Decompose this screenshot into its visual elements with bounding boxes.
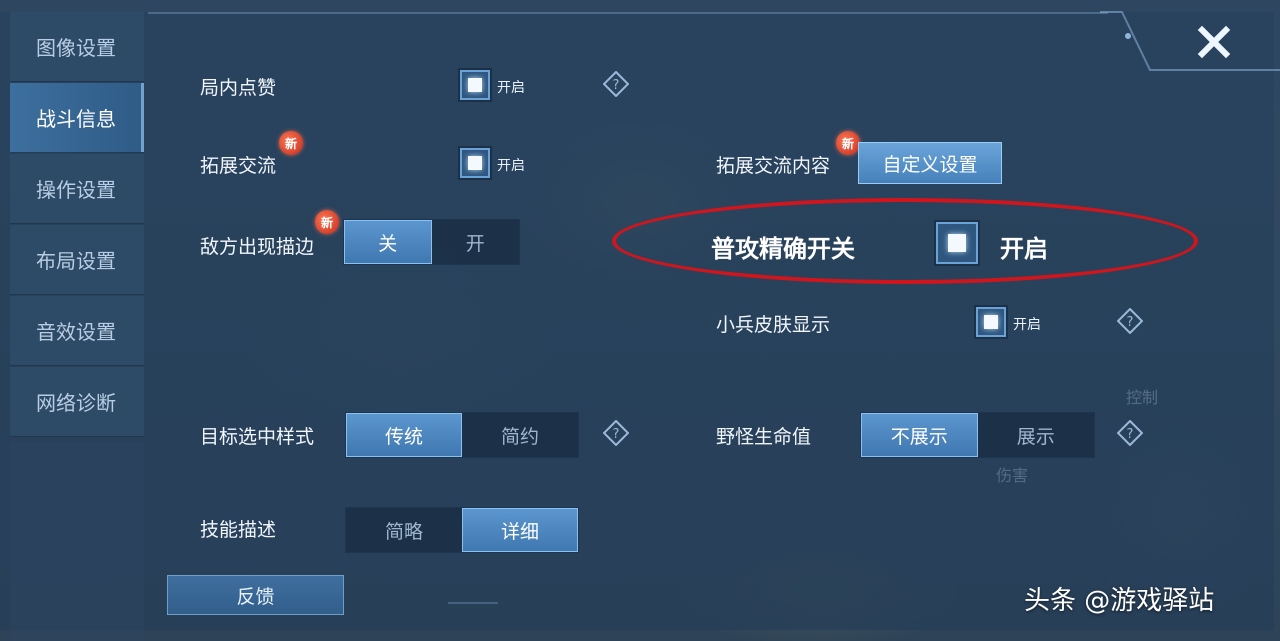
help-button-minion-skin[interactable]: ? <box>1117 308 1143 334</box>
sidebar-item-label: 网络诊断 <box>36 391 116 415</box>
sidebar-empty-area <box>10 442 144 641</box>
monster-hp-toggle: 不展示 展示 <box>860 412 1095 458</box>
skill-desc-option-brief[interactable]: 简略 <box>346 508 462 552</box>
sidebar-item-network[interactable]: 网络诊断 <box>10 367 144 437</box>
svg-text:?: ? <box>613 78 620 93</box>
sidebar-item-label: 战斗信息 <box>36 107 116 131</box>
help-icon: ? <box>1117 420 1143 446</box>
settings-sidebar: 图像设置 战斗信息 操作设置 布局设置 音效设置 网络诊断 <box>10 12 144 641</box>
setting-label-like: 局内点赞 <box>200 77 277 99</box>
enemy-outline-option-on[interactable]: 开 <box>432 220 520 264</box>
checkbox-check-mark <box>468 156 482 170</box>
setting-label-minion-skin: 小兵皮肤显示 <box>716 314 831 336</box>
help-icon: ? <box>1117 308 1143 334</box>
sidebar-item-sound[interactable]: 音效设置 <box>10 296 144 366</box>
highlight-ellipse <box>612 198 1198 284</box>
monster-hp-option-show[interactable]: 展示 <box>978 413 1095 457</box>
like-checkbox-label: 开启 <box>497 80 525 96</box>
help-button-target-style[interactable]: ? <box>603 420 629 446</box>
like-checkbox[interactable] <box>458 68 492 102</box>
sidebar-item-graphics[interactable]: 图像设置 <box>10 12 144 82</box>
new-badge: 新 <box>836 131 860 155</box>
setting-label-enemy-outline: 敌方出现描边 <box>200 236 315 258</box>
sidebar-item-layout[interactable]: 布局设置 <box>10 225 144 295</box>
help-button-like[interactable]: ? <box>603 71 629 97</box>
feedback-button[interactable]: 反馈 <box>167 575 344 615</box>
close-button[interactable] <box>1192 20 1236 64</box>
svg-text:?: ? <box>613 427 620 442</box>
target-style-toggle: 传统 简约 <box>345 412 579 458</box>
target-style-option-simple[interactable]: 简约 <box>462 413 578 457</box>
sidebar-item-battle-info[interactable]: 战斗信息 <box>10 83 144 153</box>
bg-damage-text: 伤害 <box>996 466 1029 485</box>
svg-text:?: ? <box>1127 315 1134 330</box>
sidebar-item-label: 图像设置 <box>36 36 116 60</box>
help-icon: ? <box>603 71 629 97</box>
setting-label-skill-desc: 技能描述 <box>200 519 277 541</box>
minion-skin-checkbox-label: 开启 <box>1013 317 1041 333</box>
sidebar-item-label: 操作设置 <box>36 178 116 202</box>
close-icon <box>1197 25 1231 59</box>
new-badge: 新 <box>279 131 303 155</box>
enemy-outline-option-off[interactable]: 关 <box>344 220 432 264</box>
bottom-divider <box>448 602 498 604</box>
custom-settings-button[interactable]: 自定义设置 <box>858 142 1002 184</box>
bg-control-text: 控制 <box>1126 388 1159 407</box>
monster-hp-option-hide[interactable]: 不展示 <box>861 413 978 457</box>
checkbox-check-mark <box>984 315 998 329</box>
setting-label-expand-chat-content: 拓展交流内容 <box>716 155 831 177</box>
panel-top-line <box>148 12 1108 14</box>
sidebar-item-label: 音效设置 <box>36 320 116 344</box>
skill-desc-option-detailed[interactable]: 详细 <box>462 508 578 552</box>
setting-label-target-style: 目标选中样式 <box>200 426 315 448</box>
help-button-monster-hp[interactable]: ? <box>1117 420 1143 446</box>
setting-label-expand-chat: 拓展交流 <box>200 155 277 177</box>
skill-desc-toggle: 简略 详细 <box>345 507 579 553</box>
expand-chat-checkbox[interactable] <box>458 146 492 180</box>
target-style-option-traditional[interactable]: 传统 <box>346 413 462 457</box>
expand-chat-checkbox-label: 开启 <box>497 158 525 174</box>
setting-label-monster-hp: 野怪生命值 <box>716 426 812 448</box>
minion-skin-checkbox[interactable] <box>974 305 1008 339</box>
svg-text:?: ? <box>1127 427 1134 442</box>
sidebar-item-controls[interactable]: 操作设置 <box>10 154 144 224</box>
watermark: 头条 @游戏驿站 <box>1024 586 1215 616</box>
checkbox-check-mark <box>468 78 482 92</box>
sidebar-item-label: 布局设置 <box>36 249 116 273</box>
settings-panel <box>0 12 1274 630</box>
new-badge: 新 <box>315 210 339 234</box>
corner-decoration <box>1100 11 1280 71</box>
help-icon: ? <box>603 420 629 446</box>
enemy-outline-toggle: 关 开 <box>343 219 520 265</box>
